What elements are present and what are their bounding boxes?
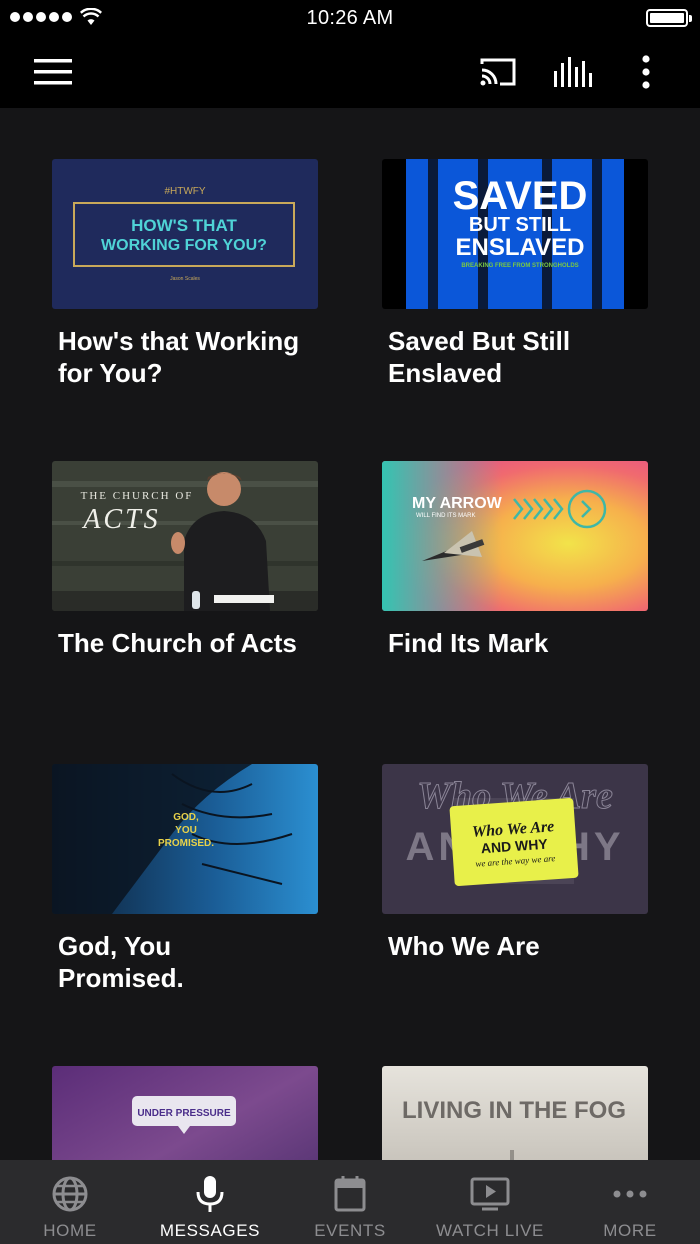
svg-text:HOW'S THAT: HOW'S THAT [131, 216, 237, 235]
svg-text:THE CHURCH OF: THE CHURCH OF [81, 490, 194, 502]
message-thumbnail[interactable]: GOD, YOU PROMISED. [52, 764, 318, 914]
svg-text:GOD,: GOD, [173, 812, 199, 823]
message-thumbnail[interactable]: #HTWFY HOW'S THAT WORKING FOR YOU? Jason… [52, 159, 318, 309]
svg-text:UNDER PRESSURE: UNDER PRESSURE [137, 1108, 231, 1119]
message-thumbnail[interactable]: MY ARROW WILL FIND ITS MARK [382, 461, 648, 611]
svg-text:ACTS: ACTS [81, 504, 160, 535]
tab-label: EVENTS [314, 1221, 386, 1240]
status-bar: 10:26 AM [0, 0, 700, 36]
svg-text:Jason Scales: Jason Scales [170, 276, 200, 282]
svg-text:#HTWFY: #HTWFY [164, 186, 205, 197]
svg-text:MY ARROW: MY ARROW [412, 495, 503, 512]
message-title: Who We Are [388, 931, 540, 961]
tab-label: HOME [43, 1221, 97, 1240]
globe-icon [52, 1176, 88, 1212]
calendar-icon [334, 1176, 366, 1212]
message-title: God, You Promised. [58, 931, 184, 993]
tab-events[interactable]: EVENTS [280, 1160, 420, 1244]
tv-play-icon [470, 1177, 510, 1211]
message-title: Saved But Still Enslaved [388, 326, 571, 388]
message-card[interactable]: MY ARROW WILL FIND ITS MARK Find Its Mar… [382, 461, 648, 659]
message-thumbnail[interactable]: THE CHURCH OF ACTS [52, 461, 318, 611]
message-thumbnail[interactable]: SAVED BUT STILL ENSLAVED BREAKING FREE F… [382, 159, 648, 309]
svg-text:BREAKING FREE FROM STRONGHOLDS: BREAKING FREE FROM STRONGHOLDS [461, 263, 578, 269]
message-card[interactable]: Who We Are AND WHY Who We Are AND WHY we… [382, 764, 648, 962]
svg-text:PROMISED.: PROMISED. [158, 838, 214, 849]
svg-text:WORKING FOR YOU?: WORKING FOR YOU? [101, 237, 267, 254]
battery-icon [646, 9, 692, 27]
message-card[interactable]: SAVED BUT STILL ENSLAVED BREAKING FREE F… [382, 159, 648, 389]
svg-text:LIVING IN THE FOG: LIVING IN THE FOG [402, 1097, 626, 1124]
tab-watch-live[interactable]: WATCH LIVE [420, 1160, 560, 1244]
tab-label: MESSAGES [159, 1221, 261, 1240]
message-thumbnail[interactable]: LIVING IN THE FOG [382, 1066, 648, 1160]
vertical-ellipsis-icon[interactable] [624, 50, 668, 94]
tab-label: WATCH LIVE [435, 1221, 544, 1240]
message-title: The Church of Acts [58, 628, 297, 658]
top-nav-bar [0, 36, 700, 108]
tab-home[interactable]: HOME [0, 1160, 140, 1244]
svg-text:YOU: YOU [175, 825, 197, 836]
svg-text:BUT STILL: BUT STILL [469, 214, 571, 236]
microphone-icon [196, 1176, 224, 1212]
message-card[interactable]: #HTWFY HOW'S THAT WORKING FOR YOU? Jason… [52, 159, 318, 389]
status-time: 10:26 AM [306, 7, 394, 29]
messages-grid: #HTWFY HOW'S THAT WORKING FOR YOU? Jason… [0, 108, 700, 1160]
audio-bars-icon[interactable] [550, 50, 594, 94]
message-card[interactable]: GOD, YOU PROMISED. God, You Promised. [52, 764, 318, 994]
svg-text:WILL FIND ITS MARK: WILL FIND ITS MARK [416, 513, 475, 519]
message-title: Find Its Mark [388, 628, 549, 658]
svg-text:ENSLAVED: ENSLAVED [456, 234, 585, 261]
bottom-tab-bar: HOME MESSAGES EVENTS WATCH LIVE MORE [0, 1160, 700, 1244]
message-title: How's that Working for You? [58, 326, 300, 388]
message-thumbnail[interactable]: UNDER PRESSURE [52, 1066, 318, 1160]
tab-messages[interactable]: MESSAGES [140, 1160, 280, 1244]
cast-icon[interactable] [476, 50, 520, 94]
message-card[interactable]: LIVING IN THE FOG [382, 1066, 648, 1160]
horizontal-ellipsis-icon [613, 1190, 647, 1198]
tab-more[interactable]: MORE [560, 1160, 700, 1244]
hamburger-menu-icon[interactable] [31, 50, 75, 94]
tab-label: MORE [603, 1221, 657, 1240]
message-thumbnail[interactable]: Who We Are AND WHY Who We Are AND WHY we… [382, 764, 648, 914]
message-card[interactable]: UNDER PRESSURE [52, 1066, 318, 1160]
message-card[interactable]: THE CHURCH OF ACTS The Church of Acts [52, 461, 318, 659]
svg-text:SAVED: SAVED [453, 174, 588, 218]
